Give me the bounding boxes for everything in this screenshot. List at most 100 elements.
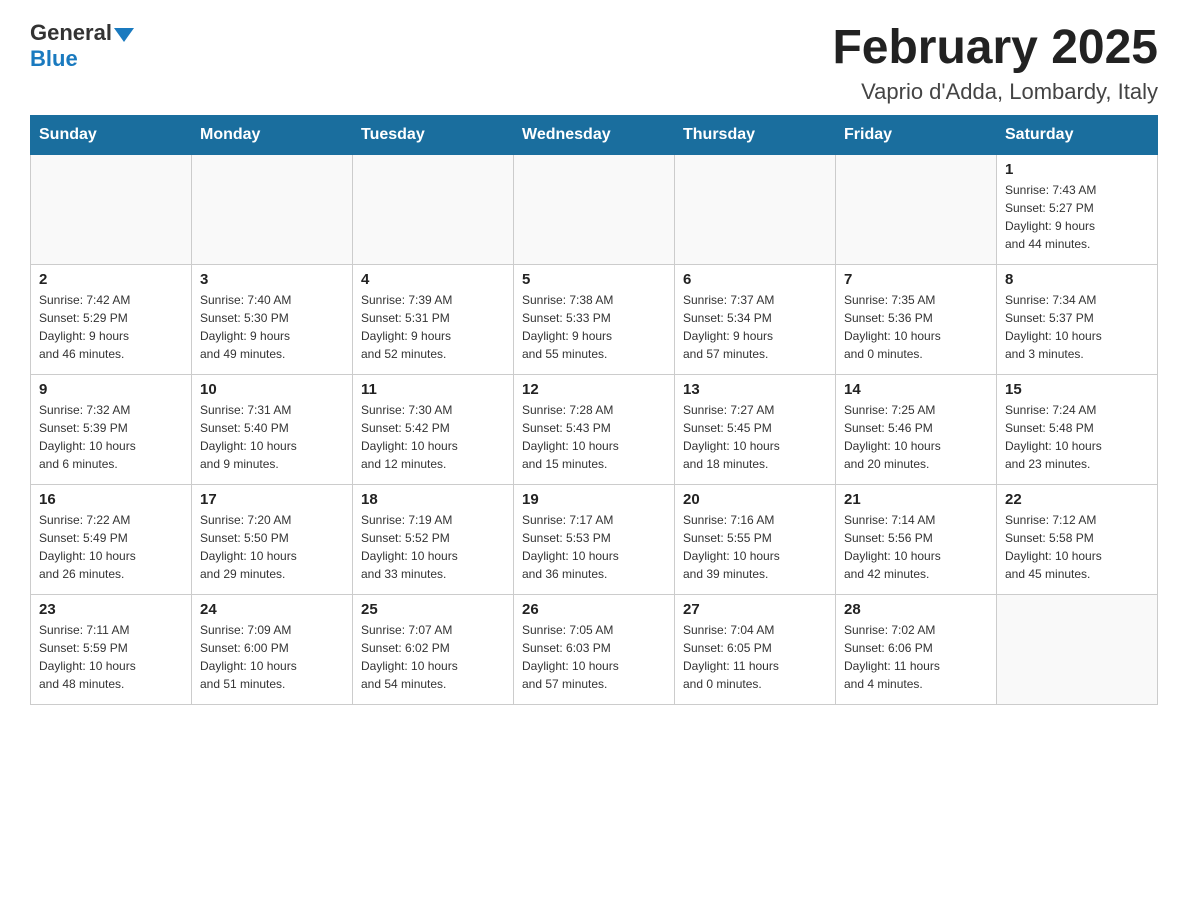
day-info: Sunrise: 7:31 AMSunset: 5:40 PMDaylight:… [200, 401, 344, 473]
day-info: Sunrise: 7:40 AMSunset: 5:30 PMDaylight:… [200, 291, 344, 363]
calendar-day-cell: 8 Sunrise: 7:34 AMSunset: 5:37 PMDaylight… [997, 265, 1158, 375]
day-info: Sunrise: 7:32 AMSunset: 5:39 PMDaylight:… [39, 401, 183, 473]
calendar-week-row: 23Sunrise: 7:11 AMSunset: 5:59 PMDayligh… [31, 595, 1158, 705]
calendar-day-cell: 2 Sunrise: 7:42 AMSunset: 5:29 PMDaylight… [31, 265, 192, 375]
day-info: Sunrise: 7:35 AMSunset: 5:36 PMDaylight:… [844, 291, 988, 363]
calendar-day-cell: 6 Sunrise: 7:37 AMSunset: 5:34 PMDaylight… [675, 265, 836, 375]
day-number: 15 [1005, 381, 1149, 398]
day-info: Sunrise: 7:39 AMSunset: 5:31 PMDaylight:… [361, 291, 505, 363]
day-of-week-header: Sunday [31, 116, 192, 155]
calendar-day-cell: 26 Sunrise: 7:05 AMSunset: 6:03 PMDayligh… [514, 595, 675, 705]
day-of-week-header: Monday [192, 116, 353, 155]
day-number: 8 [1005, 271, 1149, 288]
calendar-day-cell: 17 Sunrise: 7:20 AMSunset: 5:50 PMDayligh… [192, 485, 353, 595]
day-number: 17 [200, 491, 344, 508]
day-of-week-header: Tuesday [353, 116, 514, 155]
day-number: 24 [200, 601, 344, 618]
day-info: Sunrise: 7:12 AMSunset: 5:58 PMDaylight:… [1005, 511, 1149, 583]
calendar-day-cell: 21 Sunrise: 7:14 AMSunset: 5:56 PMDayligh… [836, 485, 997, 595]
calendar-week-row: 16 Sunrise: 7:22 AMSunset: 5:49 PMDayligh… [31, 485, 1158, 595]
day-info: Sunrise: 7:24 AMSunset: 5:48 PMDaylight:… [1005, 401, 1149, 473]
day-info: Sunrise: 7:09 AMSunset: 6:00 PMDaylight:… [200, 621, 344, 693]
calendar-table: SundayMondayTuesdayWednesdayThursdayFrid… [30, 115, 1158, 705]
calendar-day-cell: 1 Sunrise: 7:43 AMSunset: 5:27 PMDaylight… [997, 155, 1158, 265]
calendar-day-cell: 23Sunrise: 7:11 AMSunset: 5:59 PMDayligh… [31, 595, 192, 705]
day-info: Sunrise: 7:37 AMSunset: 5:34 PMDaylight:… [683, 291, 827, 363]
day-of-week-header: Wednesday [514, 116, 675, 155]
calendar-day-cell: 5Sunrise: 7:38 AMSunset: 5:33 PMDaylight… [514, 265, 675, 375]
calendar-week-row: 2 Sunrise: 7:42 AMSunset: 5:29 PMDaylight… [31, 265, 1158, 375]
calendar-header-row: SundayMondayTuesdayWednesdayThursdayFrid… [31, 116, 1158, 155]
day-number: 27 [683, 601, 827, 618]
day-of-week-header: Friday [836, 116, 997, 155]
day-of-week-header: Thursday [675, 116, 836, 155]
calendar-day-cell: 4 Sunrise: 7:39 AMSunset: 5:31 PMDaylight… [353, 265, 514, 375]
day-number: 26 [522, 601, 666, 618]
day-number: 4 [361, 271, 505, 288]
day-info: Sunrise: 7:17 AMSunset: 5:53 PMDaylight:… [522, 511, 666, 583]
logo-blue-text: Blue [30, 46, 78, 72]
calendar-day-cell: 7Sunrise: 7:35 AMSunset: 5:36 PMDaylight… [836, 265, 997, 375]
day-info: Sunrise: 7:25 AMSunset: 5:46 PMDaylight:… [844, 401, 988, 473]
day-number: 22 [1005, 491, 1149, 508]
calendar-day-cell: 10Sunrise: 7:31 AMSunset: 5:40 PMDayligh… [192, 375, 353, 485]
calendar-day-cell [997, 595, 1158, 705]
day-of-week-header: Saturday [997, 116, 1158, 155]
calendar-day-cell: 20 Sunrise: 7:16 AMSunset: 5:55 PMDayligh… [675, 485, 836, 595]
day-info: Sunrise: 7:19 AMSunset: 5:52 PMDaylight:… [361, 511, 505, 583]
calendar-day-cell: 22 Sunrise: 7:12 AMSunset: 5:58 PMDayligh… [997, 485, 1158, 595]
page-header: General Blue February 2025 Vaprio d'Adda… [30, 20, 1158, 105]
calendar-day-cell: 12 Sunrise: 7:28 AMSunset: 5:43 PMDayligh… [514, 375, 675, 485]
day-info: Sunrise: 7:02 AMSunset: 6:06 PMDaylight:… [844, 621, 988, 693]
day-number: 28 [844, 601, 988, 618]
calendar-day-cell: 27Sunrise: 7:04 AMSunset: 6:05 PMDayligh… [675, 595, 836, 705]
logo-general-text: General [30, 20, 112, 46]
day-info: Sunrise: 7:14 AMSunset: 5:56 PMDaylight:… [844, 511, 988, 583]
day-info: Sunrise: 7:42 AMSunset: 5:29 PMDaylight:… [39, 291, 183, 363]
calendar-day-cell [192, 155, 353, 265]
calendar-day-cell [31, 155, 192, 265]
day-number: 19 [522, 491, 666, 508]
calendar-day-cell: 18 Sunrise: 7:19 AMSunset: 5:52 PMDayligh… [353, 485, 514, 595]
day-number: 13 [683, 381, 827, 398]
day-info: Sunrise: 7:34 AMSunset: 5:37 PMDaylight:… [1005, 291, 1149, 363]
day-info: Sunrise: 7:30 AMSunset: 5:42 PMDaylight:… [361, 401, 505, 473]
day-number: 3 [200, 271, 344, 288]
day-number: 21 [844, 491, 988, 508]
calendar-day-cell [675, 155, 836, 265]
day-info: Sunrise: 7:20 AMSunset: 5:50 PMDaylight:… [200, 511, 344, 583]
day-info: Sunrise: 7:07 AMSunset: 6:02 PMDaylight:… [361, 621, 505, 693]
day-info: Sunrise: 7:05 AMSunset: 6:03 PMDaylight:… [522, 621, 666, 693]
title-section: February 2025 Vaprio d'Adda, Lombardy, I… [832, 20, 1158, 105]
calendar-day-cell [836, 155, 997, 265]
day-number: 2 [39, 271, 183, 288]
day-number: 20 [683, 491, 827, 508]
calendar-day-cell: 3 Sunrise: 7:40 AMSunset: 5:30 PMDaylight… [192, 265, 353, 375]
calendar-week-row: 1 Sunrise: 7:43 AMSunset: 5:27 PMDaylight… [31, 155, 1158, 265]
calendar-day-cell: 25Sunrise: 7:07 AMSunset: 6:02 PMDayligh… [353, 595, 514, 705]
day-info: Sunrise: 7:27 AMSunset: 5:45 PMDaylight:… [683, 401, 827, 473]
logo: General Blue [30, 20, 134, 72]
day-info: Sunrise: 7:28 AMSunset: 5:43 PMDaylight:… [522, 401, 666, 473]
day-number: 16 [39, 491, 183, 508]
day-info: Sunrise: 7:43 AMSunset: 5:27 PMDaylight:… [1005, 181, 1149, 253]
day-number: 6 [683, 271, 827, 288]
calendar-week-row: 9 Sunrise: 7:32 AMSunset: 5:39 PMDaylight… [31, 375, 1158, 485]
calendar-day-cell: 14Sunrise: 7:25 AMSunset: 5:46 PMDayligh… [836, 375, 997, 485]
logo-triangle-icon [114, 28, 134, 42]
calendar-day-cell: 11 Sunrise: 7:30 AMSunset: 5:42 PMDayligh… [353, 375, 514, 485]
calendar-day-cell [514, 155, 675, 265]
day-number: 5 [522, 271, 666, 288]
day-info: Sunrise: 7:22 AMSunset: 5:49 PMDaylight:… [39, 511, 183, 583]
calendar-day-cell [353, 155, 514, 265]
day-info: Sunrise: 7:11 AMSunset: 5:59 PMDaylight:… [39, 621, 183, 693]
day-number: 9 [39, 381, 183, 398]
day-number: 12 [522, 381, 666, 398]
calendar-day-cell: 9 Sunrise: 7:32 AMSunset: 5:39 PMDaylight… [31, 375, 192, 485]
day-number: 18 [361, 491, 505, 508]
day-info: Sunrise: 7:16 AMSunset: 5:55 PMDaylight:… [683, 511, 827, 583]
calendar-day-cell: 16 Sunrise: 7:22 AMSunset: 5:49 PMDayligh… [31, 485, 192, 595]
calendar-day-cell: 15 Sunrise: 7:24 AMSunset: 5:48 PMDayligh… [997, 375, 1158, 485]
day-number: 1 [1005, 161, 1149, 178]
day-number: 11 [361, 381, 505, 398]
